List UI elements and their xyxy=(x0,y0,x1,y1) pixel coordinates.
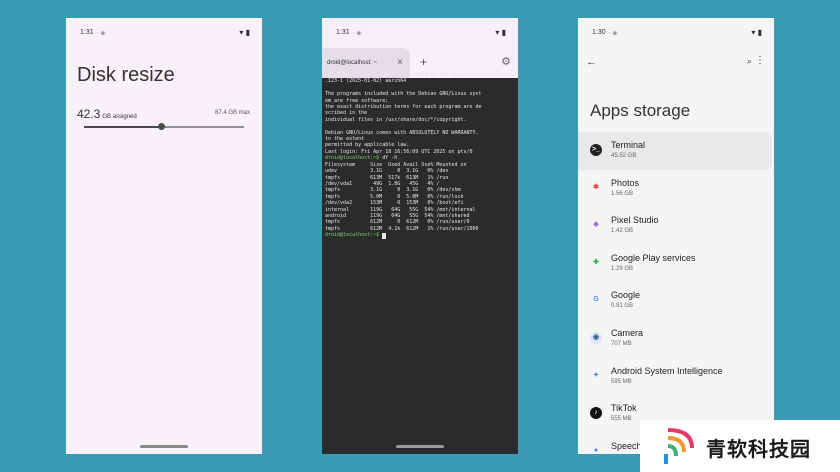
terminal-prompt-final: droid@localhost:~$ xyxy=(325,232,380,239)
app-size: 45.52 GB xyxy=(611,153,637,159)
app-size: 707 MB xyxy=(611,340,632,347)
app-name: Photos xyxy=(611,177,640,188)
app-name: Google Play services xyxy=(611,252,696,263)
status-time: 1:30 xyxy=(592,29,606,36)
app-name: Android System Intelligence xyxy=(611,365,723,376)
app-name: Speech xyxy=(611,440,642,451)
app-size: 595 MB xyxy=(611,378,632,385)
slider-thumb[interactable] xyxy=(158,123,166,130)
watermark-logo-icon xyxy=(664,428,694,464)
app-name: Pixel Studio xyxy=(611,215,659,226)
terminal-cursor xyxy=(382,232,387,239)
app-row[interactable]: G Google 0.91 GB xyxy=(578,282,774,320)
apps-list: >_ Terminal 45.52 GB ✱ Photos 1.56 GB ◆ Pixel S… xyxy=(578,132,774,454)
terminal-screen: 1:31 · ◈ ▾ ▮ droid@localhost: ~ × + ⚙ Li… xyxy=(322,18,518,454)
terminal-motd: Linux localhost 6.1.0-29-avf-arm64 #1 SM… xyxy=(325,72,482,155)
app-row[interactable]: ✱ Photos 1.56 GB xyxy=(578,170,774,208)
status-time: 1:31 xyxy=(80,29,94,36)
tiktok-icon: ♪ xyxy=(590,407,602,420)
wifi-battery-icon: ▾ ▮ xyxy=(495,28,506,37)
app-size: 1.56 GB xyxy=(611,190,634,197)
max-size: 87.4 GB max xyxy=(214,110,250,116)
app-row[interactable]: ✦ Android System Intelligence 595 MB xyxy=(578,358,774,396)
app-name: Camera xyxy=(611,327,644,338)
app-size: 555 MB xyxy=(611,416,632,423)
assigned-size: 42.3 GB assigned xyxy=(77,105,137,123)
gesture-bar[interactable] xyxy=(140,445,188,448)
google-icon: G xyxy=(593,296,599,304)
add-tab-icon[interactable]: + xyxy=(420,55,427,69)
status-time: 1:31 xyxy=(336,29,350,36)
terminal-icon: >_ xyxy=(590,144,602,156)
app-row[interactable]: ✚ Google Play services 1.29 GB xyxy=(578,245,774,283)
close-icon[interactable]: × xyxy=(397,57,403,68)
watermark: 青软科技园 xyxy=(640,420,840,472)
wifi-battery-icon: ▾ ▮ xyxy=(751,28,762,37)
apps-storage-screen: 1:30 · ◈ ▾ ▮ ← ⌕ ⋮ Apps storage >_ Termin… xyxy=(578,18,774,454)
page-title: Disk resize xyxy=(77,64,175,86)
watermark-text: 青软科技园 xyxy=(706,439,811,461)
app-size: 0.91 GB xyxy=(611,303,634,310)
terminal-prompt: droid@localhost:~$ xyxy=(325,155,380,162)
slider-fill xyxy=(84,126,162,128)
status-dots: · ◈ xyxy=(608,30,618,37)
photos-icon: ✱ xyxy=(593,183,599,191)
more-vert-icon[interactable]: ⋮ xyxy=(755,55,765,66)
app-size: 1.42 GB xyxy=(611,228,634,235)
app-bar: ← ⌕ ⋮ xyxy=(578,48,774,78)
app-name: Terminal xyxy=(611,140,646,150)
app-row[interactable]: ◉ Camera 707 MB xyxy=(578,320,774,358)
assigned-value: 42.3 xyxy=(77,107,101,121)
df-output: Filesystem Size Used Avail Use% Mounted … xyxy=(325,161,479,232)
page-title: Apps storage xyxy=(590,101,691,120)
app-row[interactable]: ◆ Pixel Studio 1.42 GB xyxy=(578,207,774,245)
status-bar: 1:31 · ◈ ▾ ▮ xyxy=(66,18,262,48)
wifi-battery-icon: ▾ ▮ xyxy=(239,28,250,37)
search-icon[interactable]: ⌕ xyxy=(747,56,752,67)
status-dots: · ◈ xyxy=(96,30,106,37)
app-size: 1.29 GB xyxy=(611,265,634,272)
tab-label: droid@localhost: ~ xyxy=(327,60,377,66)
app-name: TikTok xyxy=(611,403,637,414)
play-services-icon: ✚ xyxy=(593,258,599,266)
pixel-studio-icon: ◆ xyxy=(593,221,599,229)
terminal-command: df -h xyxy=(379,155,398,162)
status-bar: 1:30 · ◈ ▾ ▮ xyxy=(578,18,774,48)
terminal-output[interactable]: Linux localhost 6.1.0-29-avf-arm64 #1 SM… xyxy=(325,72,515,239)
back-arrow-icon[interactable]: ← xyxy=(586,56,597,68)
disk-resize-screen: 1:31 · ◈ ▾ ▮ Disk resize 42.3 GB assigned… xyxy=(66,18,262,454)
camera-icon: ◉ xyxy=(590,331,602,344)
gear-icon[interactable]: ⚙ xyxy=(501,55,511,68)
status-bar: 1:31 · ◈ ▾ ▮ xyxy=(322,18,518,48)
app-row[interactable]: >_ Terminal 45.52 GB xyxy=(578,132,772,170)
disk-size-slider[interactable] xyxy=(84,123,244,130)
gesture-bar[interactable] xyxy=(396,445,444,448)
status-dots: · ◈ xyxy=(352,30,362,37)
app-name: Google xyxy=(611,290,641,301)
assigned-unit: GB assigned xyxy=(102,114,137,120)
speech-icon: ● xyxy=(593,446,599,454)
asi-icon: ✦ xyxy=(593,371,599,379)
